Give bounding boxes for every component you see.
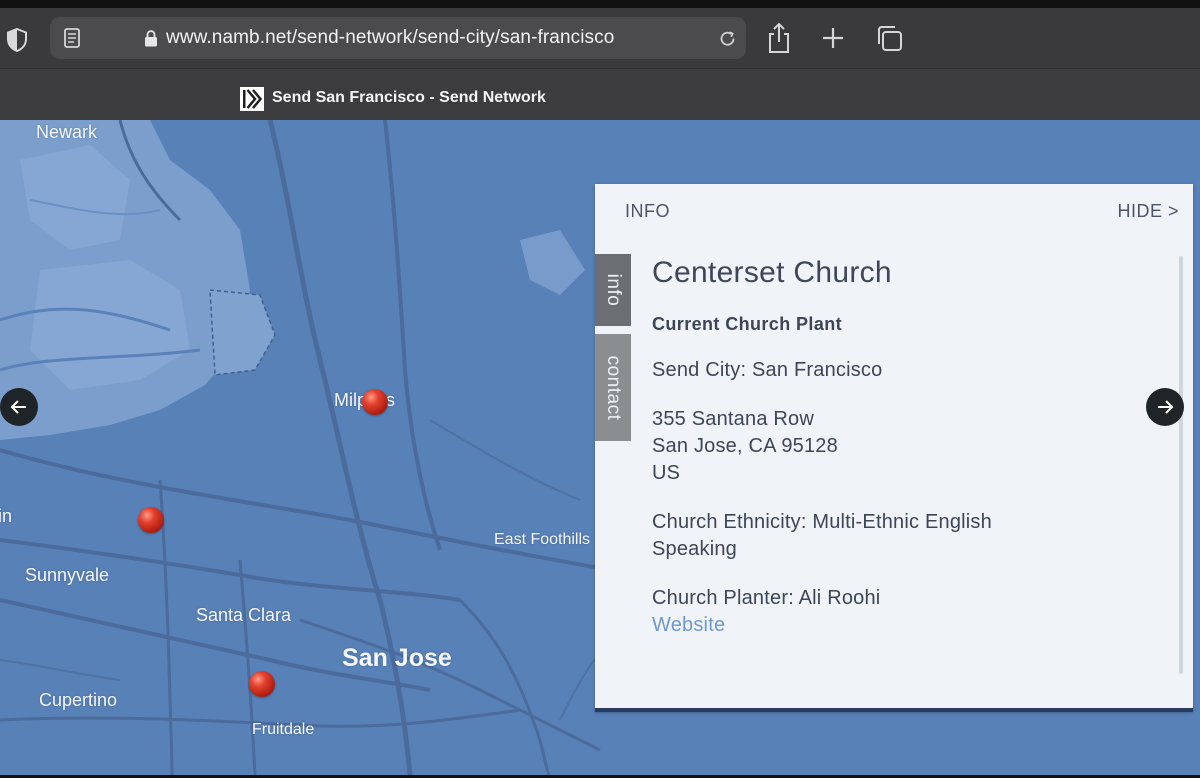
arrow-left-icon — [10, 400, 26, 414]
tab-title[interactable]: Send San Francisco - Send Network — [272, 89, 546, 107]
tab-contact[interactable]: contact — [595, 334, 631, 441]
place-label-partial: in — [0, 506, 13, 526]
shield-icon[interactable] — [6, 28, 28, 52]
tab-bar: Send San Francisco - Send Network — [0, 68, 1200, 120]
church-status: Current Church Plant — [652, 314, 843, 334]
top-edge — [0, 0, 1200, 8]
place-label-newark: Newark — [36, 122, 98, 142]
church-ethnicity-cont: Speaking — [652, 538, 737, 560]
panel-scrollbar[interactable] — [1179, 256, 1183, 674]
plus-icon[interactable] — [818, 22, 848, 54]
info-panel: INFO HIDE > info contact Centerset Churc… — [595, 184, 1193, 712]
map-pin-icon[interactable] — [362, 389, 388, 415]
map-pin-icon[interactable] — [138, 507, 164, 533]
send-city: Send City: San Francisco — [652, 359, 883, 381]
place-label-fruitdale: Fruitdale — [252, 721, 315, 738]
map-pin-icon[interactable] — [249, 671, 275, 697]
address-country: US — [652, 462, 681, 484]
church-ethnicity: Church Ethnicity: Multi-Ethnic English — [652, 511, 992, 533]
church-name: Centerset Church — [652, 256, 892, 289]
url-text[interactable]: www.namb.net/send-network/send-city/san-… — [166, 27, 614, 49]
share-icon[interactable] — [764, 22, 794, 54]
place-label-east-foothills: East Foothills — [494, 531, 591, 548]
place-label-cupertino: Cupertino — [39, 690, 118, 710]
panel-header: INFO — [625, 201, 670, 221]
address-line-1: 355 Santana Row — [652, 408, 815, 430]
church-planter: Church Planter: Ali Roohi — [652, 587, 881, 609]
hide-button[interactable]: HIDE > — [1117, 201, 1179, 222]
tab-contact-label: contact — [603, 355, 624, 420]
lock-icon — [145, 30, 157, 47]
next-arrow-button[interactable] — [1146, 388, 1184, 426]
reader-icon[interactable] — [64, 28, 80, 48]
address-line-2: San Jose, CA 95128 — [652, 435, 838, 457]
tab-info[interactable]: info — [595, 254, 631, 326]
tab-info-label: info — [603, 273, 624, 307]
place-label-santa-clara: Santa Clara — [196, 605, 292, 625]
panel-content: Centerset Church Current Church Plant Se… — [652, 256, 1152, 639]
prev-arrow-button[interactable] — [0, 388, 38, 426]
tabs-icon[interactable] — [874, 22, 904, 54]
browser-chrome: www.namb.net/send-network/send-city/san-… — [0, 8, 1200, 120]
browser-toolbar: www.namb.net/send-network/send-city/san-… — [0, 8, 1200, 68]
place-label-sunnyvale: Sunnyvale — [25, 565, 110, 585]
place-label-san-jose: San Jose — [342, 644, 452, 672]
address-bar[interactable]: www.namb.net/send-network/send-city/san-… — [50, 17, 746, 59]
website-link[interactable]: Website — [652, 614, 725, 636]
arrow-right-icon — [1158, 400, 1174, 414]
send-network-logo[interactable] — [240, 87, 264, 111]
reload-icon[interactable] — [718, 29, 738, 49]
map[interactable]: Newark Milpitas in Sunnyvale Santa Clara… — [0, 120, 1200, 775]
